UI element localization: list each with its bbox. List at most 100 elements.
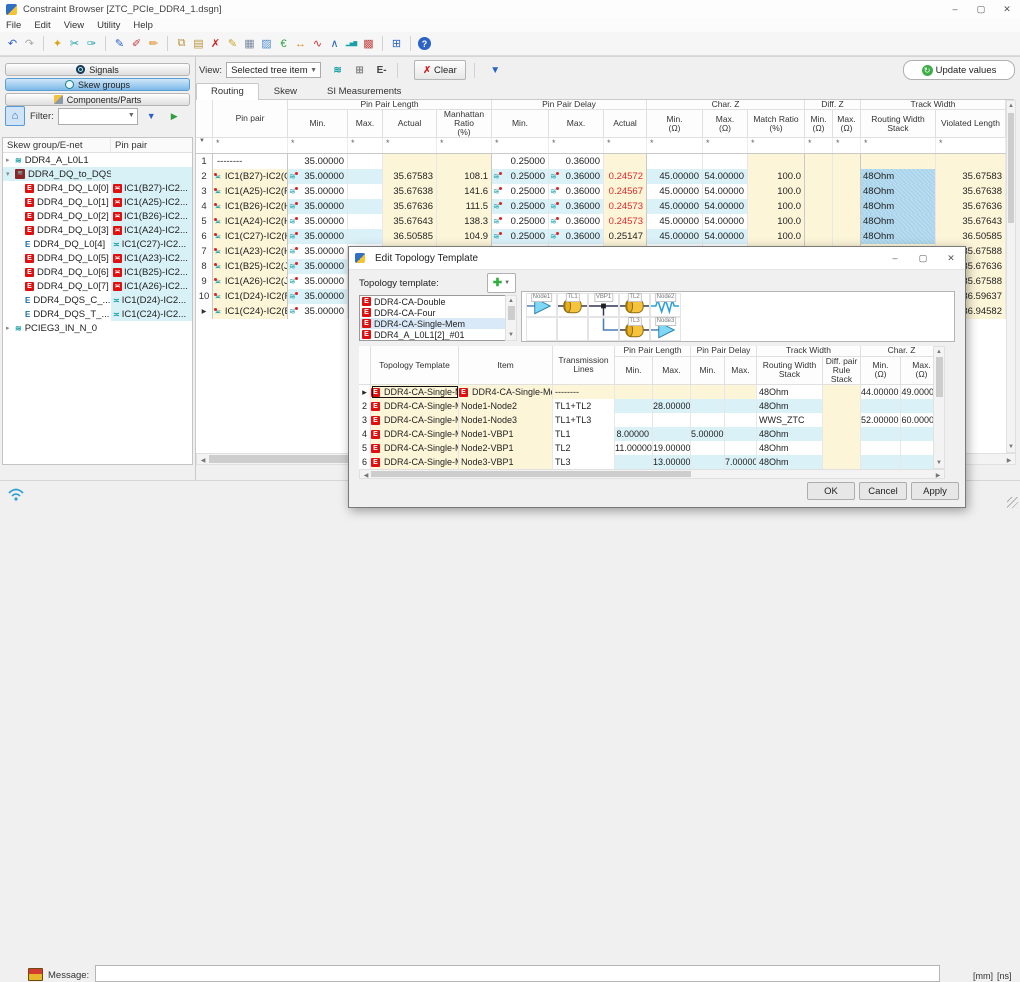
cell-stack[interactable]: 48Ohm	[861, 229, 936, 244]
cell-dact[interactable]	[604, 154, 647, 169]
tree-row[interactable]: EDDR4_DQ_L0[7]≍IC1(A26)-IC2...	[3, 279, 192, 293]
apply-button[interactable]: Apply	[911, 482, 959, 500]
cell-pdmax[interactable]	[725, 385, 757, 399]
cell-rws[interactable]: 48Ohm	[757, 455, 823, 469]
cell-dprs[interactable]	[823, 427, 861, 441]
cell-pdmin[interactable]	[691, 399, 725, 413]
minimize-button[interactable]: –	[942, 0, 968, 18]
cell-man[interactable]	[437, 154, 492, 169]
cell-min[interactable]: ≋35.00000	[288, 259, 348, 274]
filter-edit-icon[interactable]: ▼	[142, 107, 161, 126]
cell-match[interactable]	[748, 154, 805, 169]
clear-button[interactable]: ✗ Clear	[414, 60, 466, 80]
cell-viol[interactable]	[936, 154, 1006, 169]
cell-czmin[interactable]	[861, 455, 901, 469]
template-display-icon[interactable]: E-	[372, 61, 391, 79]
diagram-node3-cell[interactable]: Node3	[650, 317, 681, 341]
cell-zmax[interactable]	[833, 169, 861, 184]
probe-net-icon[interactable]: ✑	[83, 35, 100, 53]
cell-zmin[interactable]	[805, 214, 833, 229]
cell-zmax[interactable]	[833, 214, 861, 229]
cell-plmax[interactable]	[653, 413, 691, 427]
waveform-icon[interactable]: ∿	[309, 35, 326, 53]
cell-dmax[interactable]: 0.36000	[549, 154, 604, 169]
cell-czmax[interactable]	[901, 441, 933, 455]
cell-zmin[interactable]	[805, 154, 833, 169]
template-list-item[interactable]: EDDR4_A_L0L1[2]_#01	[360, 329, 516, 340]
cell-tl[interactable]: TL1+TL2	[553, 399, 615, 413]
cell-zmin[interactable]	[805, 199, 833, 214]
filter-apply-icon[interactable]: ▶	[165, 107, 184, 126]
cell-dmin[interactable]: ≋0.25000	[492, 229, 549, 244]
cell-dmin[interactable]: ≋0.25000	[492, 199, 549, 214]
redo-icon[interactable]: ↷	[21, 35, 38, 53]
cell-item[interactable]: Node1-Node3	[459, 413, 553, 427]
cell-dact[interactable]: 0.24573	[604, 214, 647, 229]
cell-pdmax[interactable]	[725, 399, 757, 413]
edit-rule-icon[interactable]: ✏	[145, 35, 162, 53]
tree-row[interactable]: ▾≋DDR4_DQ_to_DQS	[3, 167, 192, 181]
cell-czmin[interactable]: 45.00000	[647, 199, 703, 214]
cell-tt[interactable]: EDDR4-CA-Single-Mem	[371, 385, 459, 399]
linked-view-icon[interactable]: ≋	[328, 61, 347, 79]
cell-czmax[interactable]	[703, 154, 748, 169]
cell-czmin[interactable]: 44.00000	[861, 385, 901, 399]
tab-si-measurements[interactable]: SI Measurements	[312, 83, 416, 99]
tab-routing[interactable]: Routing	[196, 83, 259, 100]
delete-report-icon[interactable]: ✗	[207, 35, 224, 53]
cell-plmax[interactable]: 28.00000	[653, 399, 691, 413]
view-select[interactable]: Selected tree item ▼	[226, 62, 321, 78]
cell-rws[interactable]: WWS_ZTC	[757, 413, 823, 427]
update-values-button[interactable]: ↻ Update values	[903, 60, 1015, 80]
cell-pdmax[interactable]	[725, 427, 757, 441]
cell-stack[interactable]: 48Ohm	[861, 184, 936, 199]
filter-cell-zmin[interactable]: *	[805, 138, 833, 153]
cell-actual[interactable]: 35.67583	[383, 169, 437, 184]
value-display-icon[interactable]: ⊞	[350, 61, 369, 79]
cell-czmax[interactable]: 49.00000	[901, 385, 933, 399]
cell-min[interactable]: ≋35.00000	[288, 199, 348, 214]
edit-constraint-icon[interactable]: ✎	[111, 35, 128, 53]
expander-icon[interactable]: ▾	[6, 170, 15, 178]
template-list-scrollbar[interactable]: ▲ ▼	[505, 295, 517, 341]
report-icon[interactable]: ▤	[190, 35, 207, 53]
cell-viol[interactable]: 35.67638	[936, 184, 1006, 199]
cell-zmax[interactable]	[833, 199, 861, 214]
cell-match[interactable]: 100.0	[748, 184, 805, 199]
cell-dact[interactable]: 0.24573	[604, 199, 647, 214]
scroll-down-icon[interactable]: ▼	[506, 332, 516, 338]
scroll-left-icon[interactable]: ◀	[199, 457, 207, 464]
cell-czmax[interactable]: 54.00000	[703, 184, 748, 199]
cell-dact[interactable]: 0.24567	[604, 184, 647, 199]
tree-row[interactable]: ▸≋PCIEG3_IN_N_0	[3, 321, 192, 335]
tree-row[interactable]: EDDR4_DQ_L0[3]≍IC1(A24)-IC2...	[3, 223, 192, 237]
filter-cell-min[interactable]: *	[288, 138, 348, 153]
cell-pin[interactable]: ≍IC1(A25)-IC2(F7)	[213, 184, 288, 199]
maximize-button[interactable]: ▢	[968, 0, 994, 18]
cell-czmin[interactable]: 45.00000	[647, 184, 703, 199]
probe-marker-icon[interactable]: ✦	[49, 35, 66, 53]
cell-czmax[interactable]: 54.00000	[703, 229, 748, 244]
resize-grip[interactable]	[1007, 497, 1018, 508]
expander-icon[interactable]: ▸	[6, 324, 15, 332]
cell-plmin[interactable]	[615, 413, 653, 427]
cell-czmax[interactable]: 54.00000	[703, 169, 748, 184]
dialog-minimize-button[interactable]: –	[881, 247, 909, 269]
vscroll-thumb[interactable]	[1008, 113, 1014, 223]
cell-zmin[interactable]	[805, 169, 833, 184]
toolbox-icon[interactable]	[28, 968, 43, 981]
cell-czmin[interactable]: 45.00000	[647, 214, 703, 229]
template-list-item[interactable]: EDDR4-CA-Four	[360, 307, 516, 318]
tree-row[interactable]: EDDR4_DQ_L0[5]≍IC1(A23)-IC2...	[3, 251, 192, 265]
cell-tl[interactable]: TL1+TL3	[553, 413, 615, 427]
add-template-button[interactable]: ✚ ▼	[487, 273, 516, 293]
chart-icon[interactable]: ∧	[326, 35, 343, 53]
cell-plmax[interactable]: 13.00000	[653, 455, 691, 469]
home-icon[interactable]: ⌂	[5, 106, 25, 126]
cell-czmin[interactable]	[861, 399, 901, 413]
cell-min[interactable]: ≋35.00000	[288, 274, 348, 289]
tree-row[interactable]: EDDR4_DQS_C_...≍IC1(D24)-IC2...	[3, 293, 192, 307]
undo-icon[interactable]: ↶	[4, 35, 21, 53]
menu-view[interactable]: View	[64, 20, 84, 31]
filter-cell-dmin[interactable]: *	[492, 138, 549, 153]
